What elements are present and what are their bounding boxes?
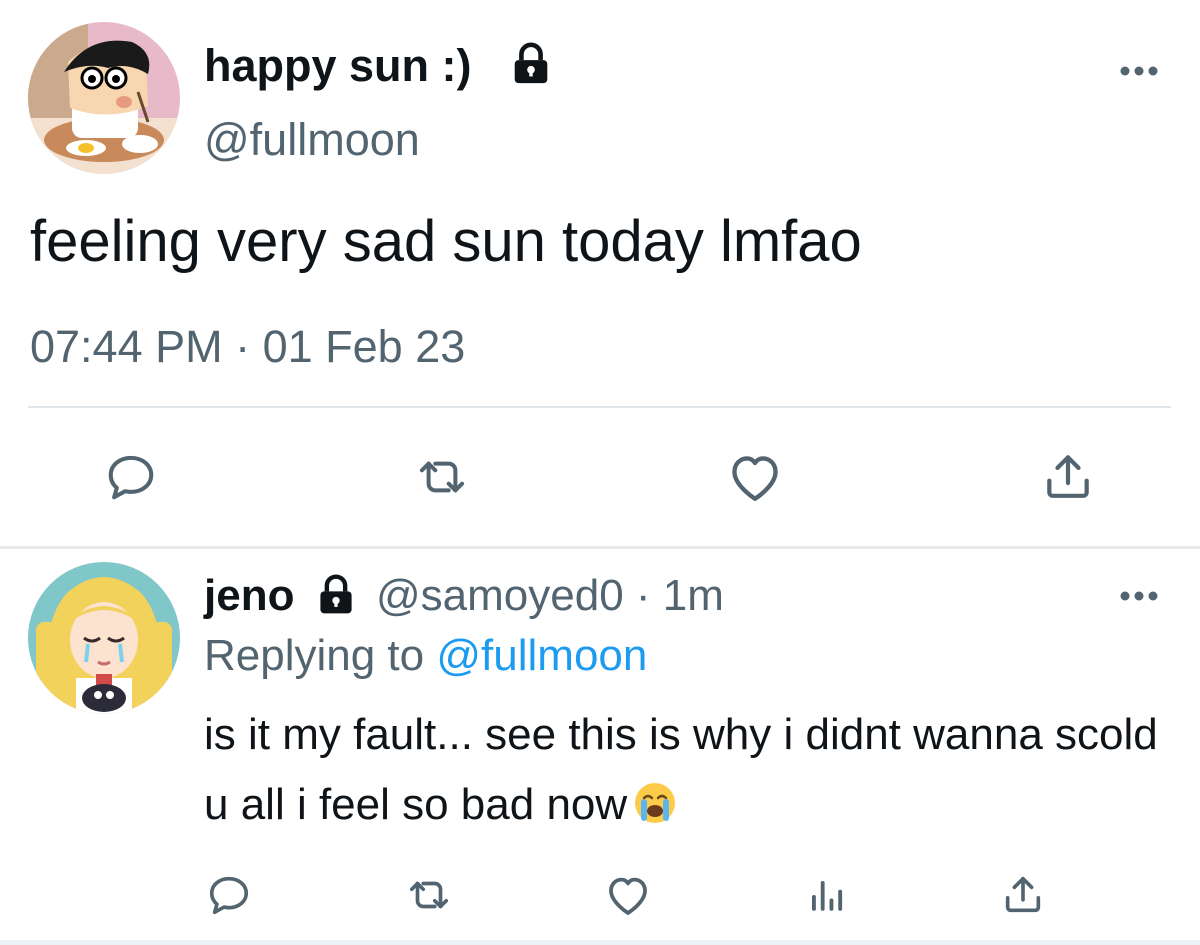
main-handle[interactable]: @fullmoon	[204, 112, 420, 168]
reply-meta: @samoyed0 · 1m	[376, 568, 724, 624]
replying-mention-link[interactable]: @fullmoon	[436, 631, 647, 680]
replying-prefix: Replying to	[204, 631, 425, 680]
main-tweet-avatar[interactable]	[28, 22, 180, 174]
bottom-border	[0, 940, 1200, 945]
reply-avatar[interactable]	[28, 562, 180, 714]
share-icon[interactable]	[1000, 871, 1046, 922]
tweet-text: feeling very sad sun today lmfao	[30, 209, 862, 274]
more-options-icon[interactable]	[1118, 64, 1160, 78]
reply-text: is it my fault... see this is why i didn…	[204, 710, 1158, 829]
lock-icon	[314, 573, 358, 617]
more-options-icon[interactable]	[1118, 589, 1160, 603]
reply-text-block: is it my fault... see this is why i didn…	[204, 700, 1164, 840]
reply-icon[interactable]	[104, 450, 158, 509]
analytics-icon[interactable]	[804, 874, 848, 921]
lock-icon	[508, 41, 554, 87]
meta-separator: ·	[635, 571, 651, 620]
reply-icon[interactable]	[206, 872, 252, 923]
share-icon[interactable]	[1040, 448, 1096, 509]
like-icon[interactable]	[604, 873, 652, 922]
section-separator	[0, 546, 1200, 549]
retweet-icon[interactable]	[413, 450, 471, 509]
tweet-timestamp[interactable]: 07:44 PM · 01 Feb 23	[30, 318, 465, 376]
main-display-name[interactable]: happy sun :)	[204, 38, 472, 94]
reply-display-name[interactable]: jeno	[204, 568, 294, 624]
reply-time[interactable]: 1m	[663, 571, 724, 620]
reply-handle[interactable]: @samoyed0	[376, 571, 624, 620]
divider	[28, 406, 1171, 408]
loudly-crying-face-icon	[633, 776, 677, 823]
like-icon[interactable]	[726, 450, 784, 509]
retweet-icon[interactable]	[404, 872, 454, 923]
replying-to: Replying to @fullmoon	[204, 628, 647, 684]
